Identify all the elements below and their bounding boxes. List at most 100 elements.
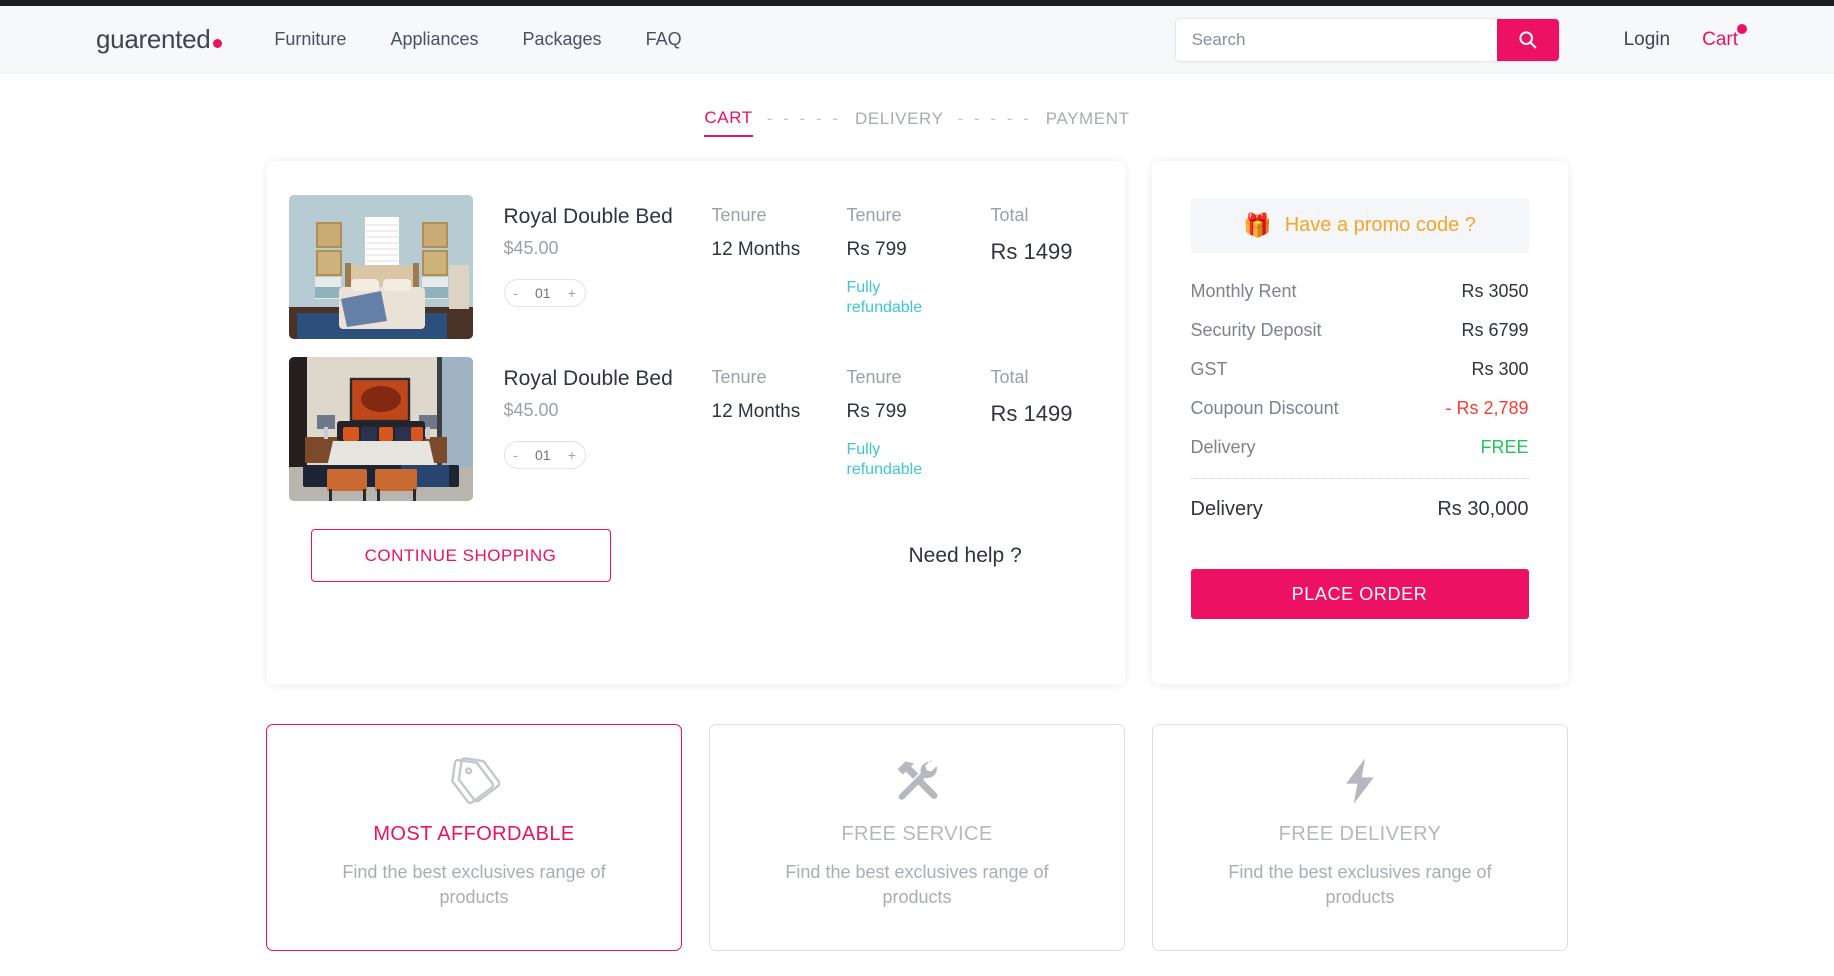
summary-row-total: Delivery Rs 30,000 (1191, 498, 1529, 521)
total-label: Total (990, 205, 1029, 225)
cart-item-deposit: Tenure Rs 799 Fully refundable (847, 367, 991, 481)
feature-title: FREE DELIVERY (1278, 823, 1442, 845)
summary-label: Delivery (1190, 437, 1256, 457)
step-delivery[interactable]: DELIVERY (855, 109, 944, 136)
product-name: Royal Double Bed (503, 205, 673, 228)
refund-note: Fully refundable (846, 279, 923, 317)
summary-row-security-deposit: Security Deposit Rs 6799 (1191, 320, 1529, 341)
feature-card-most-affordable[interactable]: MOST AFFORDABLE Find the best exclusives… (266, 724, 682, 951)
summary-value: FREE (1480, 437, 1529, 457)
cart-label: Cart (1702, 28, 1738, 50)
summary-label: Coupoun Discount (1190, 398, 1339, 418)
tenure-label: Tenure (711, 205, 767, 225)
summary-label: Monthly Rent (1190, 281, 1297, 301)
tenure-value: 12 Months (711, 401, 801, 422)
promo-code-banner[interactable]: 🎁 Have a promo code ? (1190, 198, 1529, 253)
checkout-stepper: CART - - - - - DELIVERY - - - - - PAYMEN… (0, 108, 1834, 137)
login-link[interactable]: Login (1624, 29, 1671, 51)
need-help-link[interactable]: Need help ? (909, 544, 1022, 568)
cart-item-deposit: Tenure Rs 799 Fully refundable (847, 205, 991, 319)
nav-item-faq[interactable]: FAQ (646, 29, 682, 50)
cart-item-info: Royal Double Bed $45.00 - 01 + (503, 205, 712, 319)
total-label: Total (990, 367, 1029, 387)
quantity-value: 01 (534, 285, 551, 301)
cart-item-total: Total Rs 1499 (991, 205, 1141, 319)
summary-value: Rs 300 (1471, 359, 1529, 379)
total-value: Rs 1499 (990, 401, 1073, 426)
refund-note: Fully refundable (846, 441, 923, 479)
search-icon (1519, 31, 1537, 49)
cart-panel: Royal Double Bed $45.00 - 01 + Tenure 12… (266, 161, 1125, 684)
promo-code-label: Have a promo code ? (1284, 214, 1476, 236)
continue-shopping-button[interactable]: CONTINUE SHOPPING (310, 529, 611, 582)
quantity-value: 01 (534, 447, 551, 463)
quantity-decrement-button[interactable]: - (513, 447, 518, 463)
quantity-increment-button[interactable]: + (568, 285, 576, 301)
cart-actions: CONTINUE SHOPPING Need help ? (289, 529, 1089, 582)
cart-link[interactable]: Cart (1702, 23, 1747, 51)
quantity-stepper[interactable]: - 01 + (503, 441, 586, 469)
main-content: Royal Double Bed $45.00 - 01 + Tenure 12… (0, 161, 1834, 684)
total-value: Rs 1499 (990, 239, 1073, 264)
summary-label: GST (1190, 359, 1228, 379)
nav-item-packages[interactable]: Packages (523, 29, 602, 50)
page-root: guarented Furniture Appliances Packages … (0, 0, 1834, 976)
brand-dot-icon (213, 39, 223, 48)
summary-row-coupon-discount: Coupoun Discount - Rs 2,789 (1191, 398, 1529, 419)
quantity-stepper[interactable]: - 01 + (503, 279, 586, 307)
feature-card-free-service[interactable]: FREE SERVICE Find the best exclusives ra… (709, 724, 1125, 951)
cart-item-tenure: Tenure 12 Months (712, 367, 847, 481)
main-nav: Furniture Appliances Packages FAQ (274, 29, 681, 50)
nav-item-appliances[interactable]: Appliances (390, 29, 478, 50)
summary-value: Rs 3050 (1461, 281, 1529, 301)
feature-cards: MOST AFFORDABLE Find the best exclusives… (0, 724, 1834, 951)
bedroom-photo-blue (288, 195, 473, 339)
summary-total-label: Delivery (1190, 498, 1263, 520)
deposit-value: Rs 799 (846, 239, 907, 260)
price-tag-icon (448, 753, 500, 809)
quantity-decrement-button[interactable]: - (513, 285, 518, 301)
summary-value: Rs 6799 (1461, 320, 1529, 340)
tenure-label: Tenure (711, 367, 767, 387)
search-button[interactable] (1496, 18, 1559, 61)
deposit-label: Tenure (846, 205, 902, 225)
feature-card-free-delivery[interactable]: FREE DELIVERY Find the best exclusives r… (1152, 724, 1568, 951)
gift-icon: 🎁 (1243, 212, 1272, 238)
nav-item-furniture[interactable]: Furniture (274, 29, 346, 50)
place-order-button[interactable]: PLACE ORDER (1190, 569, 1529, 619)
step-payment[interactable]: PAYMENT (1046, 109, 1130, 136)
feature-description: Find the best exclusives range of produc… (785, 862, 1049, 907)
cart-item-columns: Royal Double Bed $45.00 - 01 + Tenure 12… (473, 357, 1141, 481)
feature-description: Find the best exclusives range of produc… (1228, 862, 1492, 907)
feature-title: MOST AFFORDABLE (373, 823, 575, 845)
summary-row-monthly-rent: Monthly Rent Rs 3050 (1191, 281, 1529, 302)
cart-badge-dot (1737, 23, 1747, 34)
tools-icon (891, 753, 943, 809)
product-price: $45.00 (503, 238, 559, 258)
summary-divider (1190, 478, 1529, 479)
lightning-bolt-icon (1334, 753, 1386, 809)
quantity-increment-button[interactable]: + (568, 447, 576, 463)
product-image-2[interactable] (288, 357, 473, 501)
site-header: guarented Furniture Appliances Packages … (0, 6, 1834, 74)
product-image-1[interactable] (288, 195, 473, 339)
summary-label: Security Deposit (1190, 320, 1322, 340)
step-cart[interactable]: CART (704, 108, 753, 137)
cart-item-total: Total Rs 1499 (991, 367, 1141, 481)
header-actions: Login Cart (1174, 17, 1834, 62)
product-name: Royal Double Bed (503, 367, 673, 390)
summary-total-value: Rs 30,000 (1437, 498, 1529, 520)
product-price: $45.00 (503, 400, 559, 420)
brand-name: guarented (96, 24, 211, 54)
feature-description: Find the best exclusives range of produc… (342, 862, 606, 907)
search-input[interactable] (1175, 18, 1497, 61)
brand-logo[interactable]: guarented (96, 24, 223, 55)
bedroom-photo-orange (288, 357, 473, 501)
tenure-value: 12 Months (711, 239, 801, 260)
step-separator-1: - - - - - (766, 109, 841, 128)
deposit-value: Rs 799 (846, 401, 907, 422)
summary-row-delivery: Delivery FREE (1191, 437, 1529, 458)
summary-value: - Rs 2,789 (1445, 398, 1529, 418)
cart-item-columns: Royal Double Bed $45.00 - 01 + Tenure 12… (473, 195, 1141, 319)
cart-item-info: Royal Double Bed $45.00 - 01 + (503, 367, 712, 481)
